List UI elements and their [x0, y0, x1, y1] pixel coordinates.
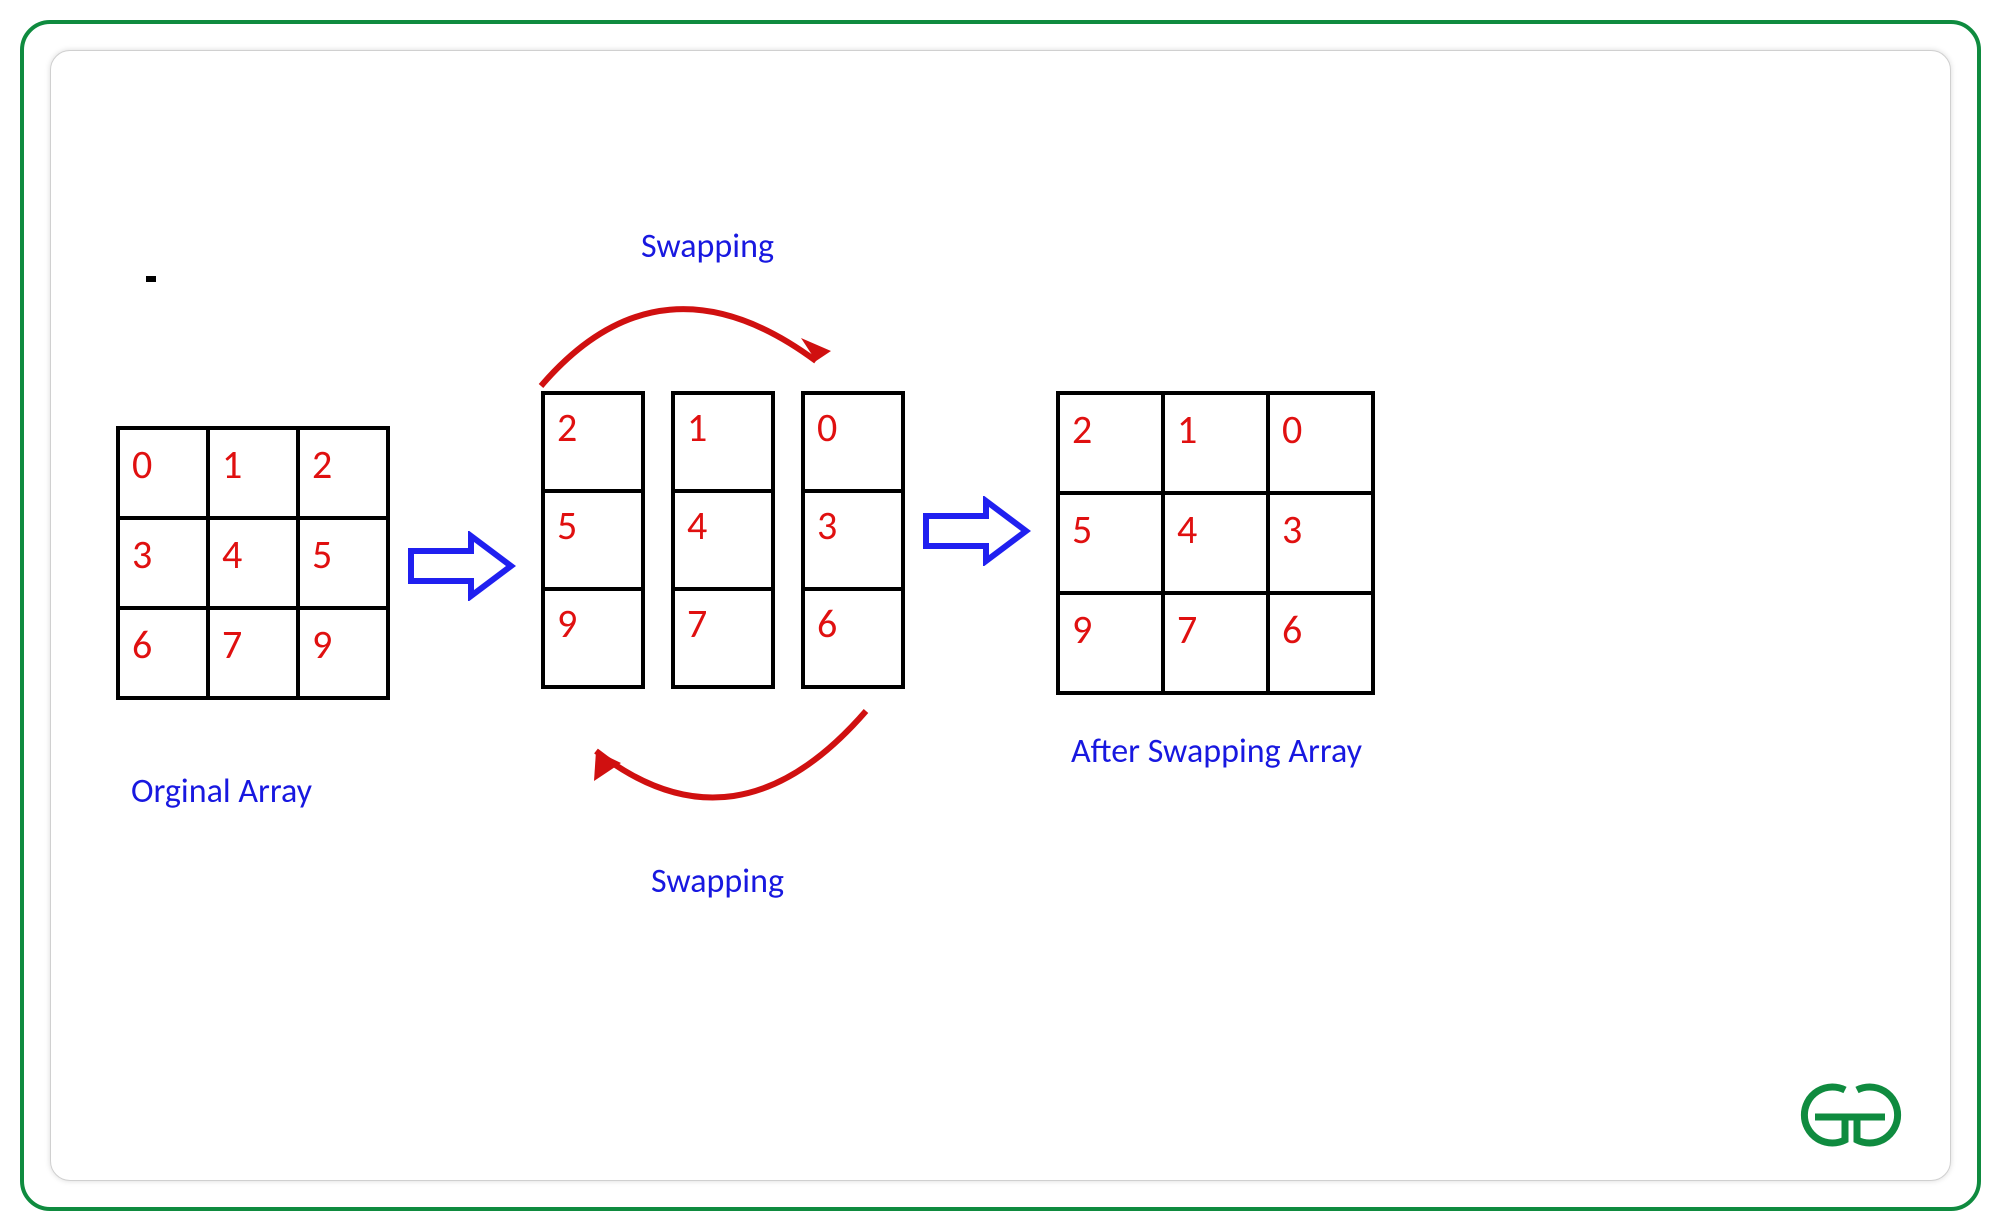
after-swap-label: After Swapping Array — [1071, 731, 1362, 772]
cell: 4 — [1163, 493, 1268, 593]
cell: 9 — [1058, 593, 1163, 693]
cell: 2 — [543, 393, 643, 491]
cell: 4 — [673, 491, 773, 589]
cell: 3 — [118, 518, 208, 608]
cell: 7 — [208, 608, 298, 698]
cell: 5 — [1058, 493, 1163, 593]
cell: 3 — [803, 491, 903, 589]
decoration-dot — [146, 276, 156, 282]
cell: 0 — [118, 428, 208, 518]
cell: 5 — [298, 518, 388, 608]
cell: 2 — [1058, 393, 1163, 493]
cell: 1 — [208, 428, 298, 518]
original-array-label: Orginal Array — [131, 771, 312, 812]
cell: 1 — [673, 393, 773, 491]
cell: 0 — [1268, 393, 1373, 493]
gfg-logo-icon — [1785, 1075, 1915, 1155]
cell: 6 — [118, 608, 208, 698]
arrow-2 — [921, 496, 1031, 566]
swapping-top-label: Swapping — [641, 226, 774, 267]
swap-arrow-top — [511, 266, 861, 396]
cell: 9 — [298, 608, 388, 698]
cell: 4 — [208, 518, 298, 608]
cell: 7 — [673, 589, 773, 687]
after-matrix: 2 1 0 5 4 3 9 7 6 — [1056, 391, 1375, 695]
cell: 1 — [1163, 393, 1268, 493]
mid-column-right: 0 3 6 — [801, 391, 905, 689]
arrow-1 — [406, 531, 516, 601]
cell: 6 — [803, 589, 903, 687]
cell: 0 — [803, 393, 903, 491]
cell: 3 — [1268, 493, 1373, 593]
original-matrix: 0 1 2 3 4 5 6 7 9 — [116, 426, 390, 700]
mid-column-center: 1 4 7 — [671, 391, 775, 689]
cell: 2 — [298, 428, 388, 518]
cell: 6 — [1268, 593, 1373, 693]
cell: 7 — [1163, 593, 1268, 693]
mid-column-left: 2 5 9 — [541, 391, 645, 689]
swapping-bottom-label: Swapping — [651, 861, 784, 902]
swap-arrow-bottom — [546, 701, 886, 851]
cell: 9 — [543, 589, 643, 687]
cell: 5 — [543, 491, 643, 589]
inner-frame: Swapping 0 1 2 3 4 5 6 7 9 Orginal Array… — [50, 50, 1951, 1181]
